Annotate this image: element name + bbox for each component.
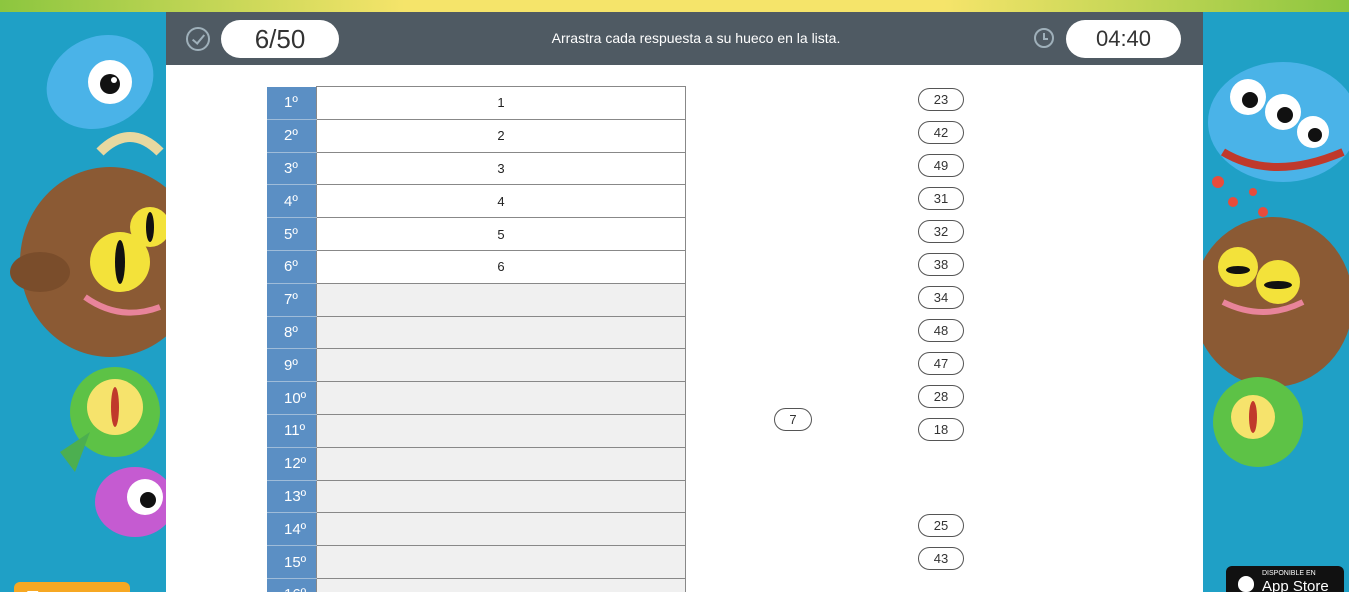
table-row: 14º [267, 512, 686, 547]
dragged-answer-chip[interactable]: 7 [774, 408, 812, 431]
progress-counter: 6/50 [221, 20, 339, 58]
rank-label: 8º [267, 316, 317, 350]
table-row: 1º 1 [267, 86, 686, 120]
answer-slot[interactable]: 4 [316, 184, 686, 219]
rank-label: 4º [267, 184, 317, 219]
apple-icon [1238, 576, 1254, 592]
check-circle-icon [186, 27, 210, 51]
answer-chip[interactable]: 38 [918, 253, 964, 276]
answer-slot[interactable]: 6 [316, 249, 686, 284]
rank-label: 5º [267, 217, 317, 251]
badge-big-text: App Store [1262, 578, 1329, 592]
left-decoration-panel: Empezar [0, 12, 166, 592]
table-row: 15º [267, 545, 686, 579]
table-row: 12º [267, 446, 686, 481]
table-row: 10º [267, 381, 686, 415]
rank-label: 16º [267, 578, 317, 592]
answer-slot[interactable] [316, 577, 686, 592]
monster-group-illustration [1203, 62, 1349, 467]
answer-slot[interactable]: 1 [316, 86, 686, 120]
answer-chip[interactable]: 31 [918, 187, 964, 210]
rank-label: 3º [267, 152, 317, 186]
answer-table: 1º 1 2º 2 3º 3 4º 4 5º 5 6º 6 7º 8º 9º 10º 11º 12º 13º 14º 1… [267, 86, 686, 592]
answer-chip[interactable]: 34 [918, 286, 964, 309]
answer-chip[interactable]: 43 [918, 547, 964, 570]
rank-label: 1º [267, 86, 317, 120]
table-row: 3º 3 [267, 151, 686, 186]
rank-label: 6º [267, 250, 317, 284]
blue-monster-illustration [10, 35, 166, 537]
answer-slot[interactable] [316, 282, 686, 317]
rank-label: 9º [267, 348, 317, 383]
answer-chip[interactable]: 47 [918, 352, 964, 375]
table-row: 4º 4 [267, 184, 686, 219]
answer-slot[interactable]: 2 [316, 118, 686, 153]
answer-chip[interactable]: 32 [918, 220, 964, 243]
answer-chip[interactable]: 23 [918, 88, 964, 111]
instruction-text: Arrastra cada respuesta a su hueco en la… [551, 30, 841, 46]
rank-label: 11º [267, 414, 317, 448]
rank-label: 13º [267, 480, 317, 514]
start-button[interactable]: Empezar [14, 582, 130, 592]
table-row: 2º 2 [267, 118, 686, 153]
rank-label: 12º [267, 447, 317, 481]
timer-display: 04:40 [1066, 20, 1181, 58]
answer-chip[interactable]: 18 [918, 418, 964, 441]
answer-slot[interactable] [316, 479, 686, 514]
rank-label: 2º [267, 119, 317, 153]
game-panel: 6/50 Arrastra cada respuesta a su hueco … [166, 12, 1203, 592]
answer-chip[interactable]: 28 [918, 385, 964, 408]
answer-slot[interactable] [316, 348, 686, 383]
table-row: 5º 5 [267, 217, 686, 251]
table-row: 13º [267, 479, 686, 514]
rank-label: 15º [267, 545, 317, 579]
answer-slot[interactable] [316, 446, 686, 481]
answer-slot[interactable]: 5 [316, 217, 686, 251]
rank-label: 7º [267, 283, 317, 317]
answer-slot[interactable] [316, 413, 686, 448]
table-row: 8º [267, 315, 686, 350]
table-row: 7º [267, 282, 686, 317]
badge-small-text: DISPONIBLE EN [1262, 570, 1316, 577]
table-row: 9º [267, 348, 686, 383]
answer-chip[interactable]: 25 [918, 514, 964, 537]
table-row: 11º [267, 413, 686, 448]
rank-label: 14º [267, 512, 317, 547]
game-header: 6/50 Arrastra cada respuesta a su hueco … [166, 12, 1203, 65]
answer-chip[interactable]: 48 [918, 319, 964, 342]
answer-slot[interactable] [316, 512, 686, 547]
answer-chip[interactable]: 42 [918, 121, 964, 144]
answer-chip[interactable]: 49 [918, 154, 964, 177]
right-decoration-panel: DISPONIBLE EN App Store [1203, 12, 1349, 592]
table-row: 16º [267, 577, 686, 592]
top-banner [0, 0, 1349, 12]
app-store-badge[interactable]: DISPONIBLE EN App Store [1226, 566, 1344, 592]
clock-icon [1034, 28, 1054, 48]
rank-label: 10º [267, 381, 317, 415]
answer-slot[interactable]: 3 [316, 151, 686, 186]
answer-slot[interactable] [316, 381, 686, 415]
table-row: 6º 6 [267, 249, 686, 284]
answer-slot[interactable] [316, 315, 686, 350]
answer-slot[interactable] [316, 545, 686, 579]
